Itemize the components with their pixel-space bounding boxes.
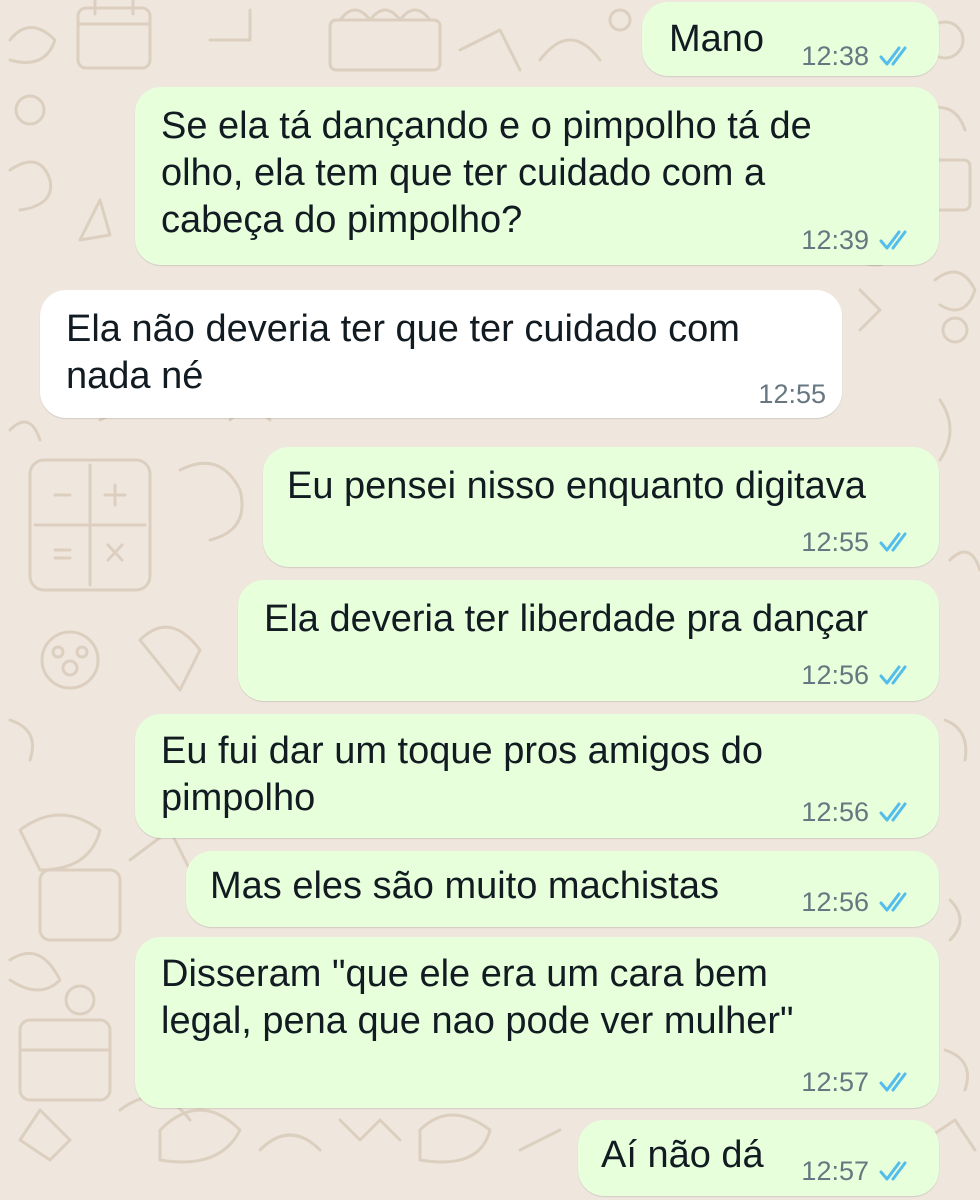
message-meta: 12:57 — [801, 1067, 913, 1097]
chat-message-list: Mano 12:38 Se ela tá dançando e o pimpol… — [0, 0, 980, 1200]
double-check-icon — [879, 892, 907, 912]
message-time: 12:57 — [801, 1156, 869, 1186]
message-meta: 12:38 — [801, 41, 913, 71]
outgoing-message-bubble[interactable]: Ela deveria ter liberdade pra dançar 12:… — [238, 580, 939, 701]
double-check-icon — [879, 1161, 907, 1181]
message-text: Mas eles são muito machistas — [210, 865, 719, 907]
outgoing-message-bubble[interactable]: Eu fui dar um toque pros amigos do pimpo… — [135, 714, 939, 838]
message-time: 12:55 — [758, 379, 826, 409]
outgoing-message-bubble[interactable]: Mas eles são muito machistas 12:56 — [186, 851, 939, 927]
message-time: 12:56 — [801, 797, 869, 827]
message-text: Ela deveria ter liberdade pra dançar — [264, 598, 869, 640]
double-check-icon — [879, 46, 907, 66]
message-text: Mano — [669, 18, 765, 60]
message-time: 12:56 — [801, 887, 869, 917]
message-meta: 12:56 — [801, 660, 913, 690]
message-time: 12:39 — [801, 225, 869, 255]
outgoing-message-bubble[interactable]: Aí não dá 12:57 — [578, 1120, 939, 1196]
double-check-icon — [879, 665, 907, 685]
message-meta: 12:56 — [801, 887, 913, 917]
message-meta: 12:55 — [801, 527, 913, 557]
double-check-icon — [879, 1072, 907, 1092]
message-text: Aí não dá — [601, 1134, 764, 1176]
outgoing-message-bubble[interactable]: Disseram "que ele era um cara bem legal,… — [135, 937, 939, 1108]
message-text: Disseram "que ele era um cara bem legal,… — [161, 953, 794, 1042]
message-text: Se ela tá dançando e o pimpolho tá de ol… — [161, 105, 812, 241]
message-text: Ela não deveria ter que ter cuidado com … — [66, 308, 740, 397]
outgoing-message-bubble[interactable]: Mano 12:38 — [642, 2, 939, 76]
message-text: Eu fui dar um toque pros amigos do pimpo… — [161, 730, 764, 819]
outgoing-message-bubble[interactable]: Se ela tá dançando e o pimpolho tá de ol… — [135, 87, 939, 265]
double-check-icon — [879, 230, 907, 250]
double-check-icon — [879, 802, 907, 822]
incoming-message-bubble[interactable]: Ela não deveria ter que ter cuidado com … — [40, 290, 842, 418]
message-meta: 12:39 — [801, 225, 913, 255]
double-check-icon — [879, 532, 907, 552]
message-meta: 12:55 — [758, 379, 826, 409]
outgoing-message-bubble[interactable]: Eu pensei nisso enquanto digitava 12:55 — [263, 447, 939, 567]
message-time: 12:38 — [801, 41, 869, 71]
message-time: 12:57 — [801, 1067, 869, 1097]
message-meta: 12:57 — [801, 1156, 913, 1186]
message-time: 12:56 — [801, 660, 869, 690]
message-meta: 12:56 — [801, 797, 913, 827]
message-time: 12:55 — [801, 527, 869, 557]
message-text: Eu pensei nisso enquanto digitava — [287, 465, 866, 507]
